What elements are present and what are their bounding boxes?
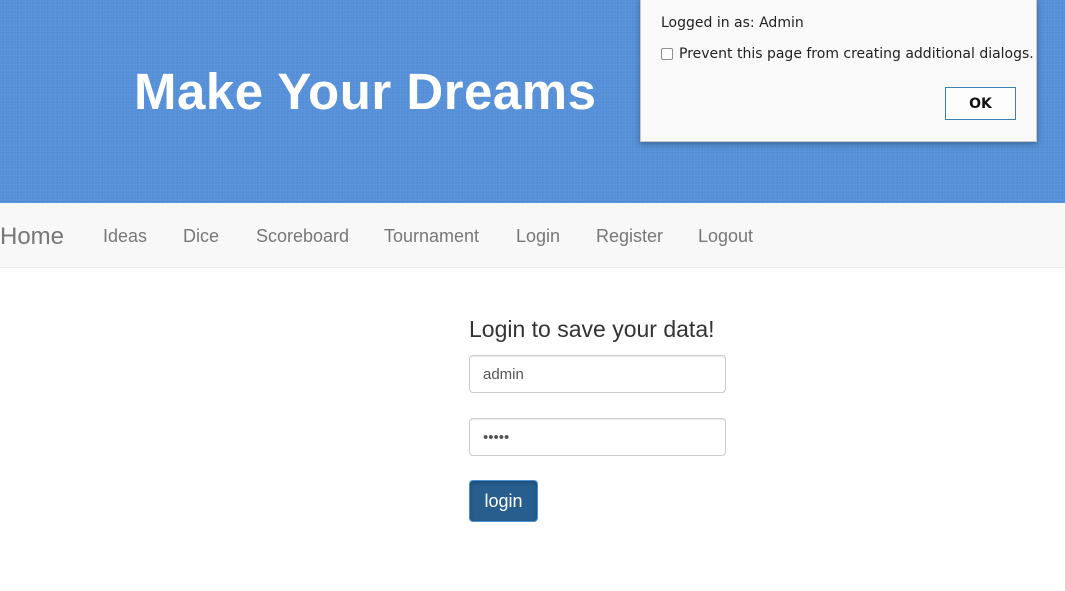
prevent-dialogs-option[interactable]: Prevent this page from creating addition… — [661, 43, 1034, 62]
nav-item-dice[interactable]: Dice — [183, 226, 219, 247]
alert-dialog: Logged in as: Admin Prevent this page fr… — [640, 0, 1037, 142]
username-input[interactable] — [469, 355, 726, 393]
prevent-dialogs-checkbox[interactable] — [661, 48, 673, 60]
nav-item-login[interactable]: Login — [516, 226, 560, 247]
navbar: Home Ideas Dice Scoreboard Tournament Lo… — [0, 203, 1065, 268]
dialog-message: Logged in as: Admin — [661, 15, 804, 31]
banner-title: Make Your Dreams — [134, 63, 597, 120]
login-button[interactable]: login — [469, 480, 538, 522]
nav-item-tournament[interactable]: Tournament — [384, 226, 479, 247]
nav-item-ideas[interactable]: Ideas — [103, 226, 147, 247]
dialog-ok-button[interactable]: OK — [945, 87, 1016, 120]
nav-item-register[interactable]: Register — [596, 226, 663, 247]
prevent-dialogs-label: Prevent this page from creating addition… — [679, 46, 1034, 62]
login-heading: Login to save your data! — [469, 316, 715, 342]
nav-home-brand[interactable]: Home — [0, 223, 64, 251]
nav-item-scoreboard[interactable]: Scoreboard — [256, 226, 349, 247]
password-input[interactable] — [469, 418, 726, 456]
nav-item-logout[interactable]: Logout — [698, 226, 753, 247]
